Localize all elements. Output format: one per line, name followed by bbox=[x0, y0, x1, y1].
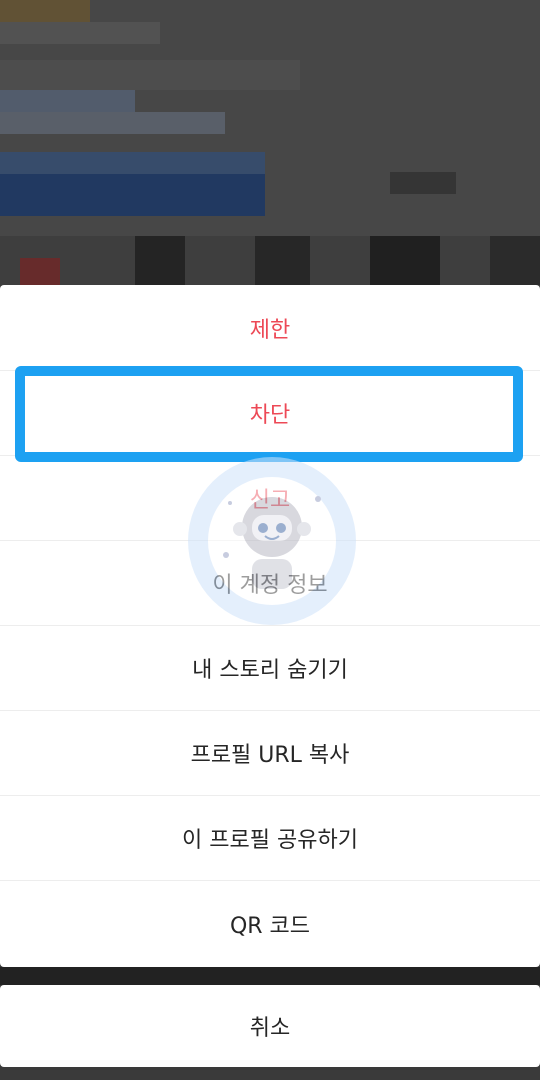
screen: 제한 차단 신고 이 계정 정보 내 스토리 숨기기 프로필 URL 복사 이 … bbox=[0, 0, 540, 1080]
about-account-button[interactable]: 이 계정 정보 bbox=[0, 540, 540, 625]
report-button[interactable]: 신고 bbox=[0, 455, 540, 540]
navigation-bar bbox=[0, 1067, 540, 1080]
qr-code-button[interactable]: QR 코드 bbox=[0, 880, 540, 967]
restrict-label: 제한 bbox=[249, 317, 291, 343]
highlight-box bbox=[15, 366, 523, 462]
share-profile-button[interactable]: 이 프로필 공유하기 bbox=[0, 795, 540, 880]
hide-story-button[interactable]: 내 스토리 숨기기 bbox=[0, 625, 540, 710]
copy-profile-url-label: 프로필 URL 복사 bbox=[190, 743, 350, 768]
cancel-label: 취소 bbox=[249, 1016, 291, 1041]
share-profile-label: 이 프로필 공유하기 bbox=[182, 828, 358, 853]
copy-profile-url-button[interactable]: 프로필 URL 복사 bbox=[0, 710, 540, 795]
hide-story-label: 내 스토리 숨기기 bbox=[192, 658, 348, 683]
cancel-button[interactable]: 취소 bbox=[0, 985, 540, 1067]
restrict-button[interactable]: 제한 bbox=[0, 285, 540, 370]
report-label: 신고 bbox=[249, 488, 291, 513]
about-account-label: 이 계정 정보 bbox=[212, 573, 328, 598]
qr-code-label: QR 코드 bbox=[229, 914, 311, 939]
